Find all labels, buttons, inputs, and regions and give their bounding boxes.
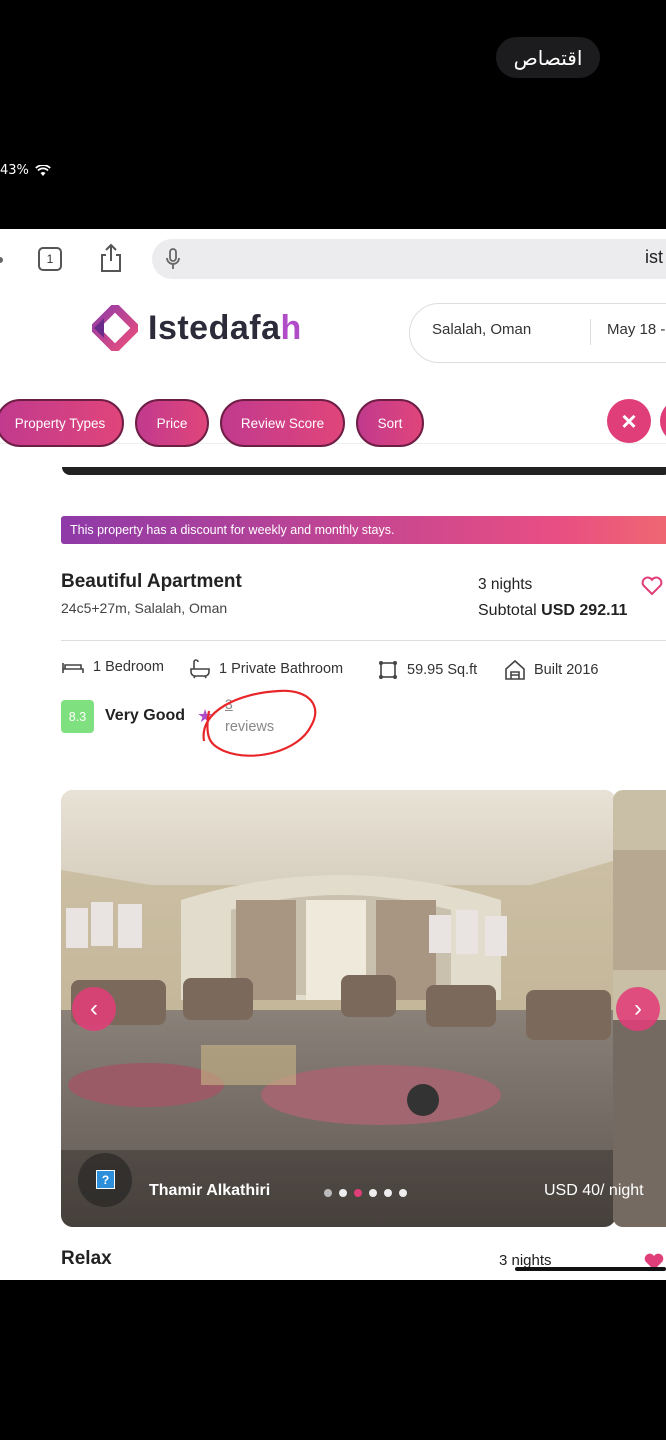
amenity-area-label: 59.95 Sq.ft [407, 662, 478, 678]
share-icon[interactable] [98, 243, 124, 273]
subtotal-label: Subtotal [478, 602, 537, 619]
microphone-icon[interactable] [163, 247, 183, 271]
filter-review-score[interactable]: Review Score [220, 399, 345, 447]
logo-text-main: Istedafa [148, 309, 281, 347]
clear-filters-button[interactable]: × [607, 399, 651, 443]
carousel-next-button[interactable]: › [616, 987, 660, 1031]
carousel-dot-active[interactable] [354, 1189, 362, 1197]
logo-text-accent: h [280, 309, 302, 347]
amenity-bedroom: 1 Bedroom [61, 659, 164, 675]
wifi-icon [35, 164, 51, 176]
carousel-prev-button[interactable]: ‹ [72, 987, 116, 1031]
filter-sort[interactable]: Sort [356, 399, 424, 447]
carousel-dots [324, 1189, 407, 1197]
browser-toolbar: 1 ist [0, 229, 666, 292]
listing-nights: 3 nights [478, 576, 533, 593]
filter-property-types[interactable]: Property Types [0, 399, 124, 447]
address-bar[interactable] [152, 239, 666, 279]
carousel-dot[interactable] [399, 1189, 407, 1197]
amenity-area: 59.95 Sq.ft [377, 659, 477, 681]
amenity-bathroom-label: 1 Private Bathroom [219, 661, 344, 677]
discount-banner: This property has a discount for weekly … [61, 516, 666, 544]
favorite-heart-icon[interactable] [641, 576, 663, 596]
bathtub-icon [190, 659, 210, 679]
url-text[interactable]: ist [645, 247, 663, 268]
listing-photo-carousel[interactable]: ‹ [61, 790, 616, 1227]
living-room-photo [61, 790, 616, 1227]
next-photo-peek: › [613, 790, 666, 1227]
next-listing-title[interactable]: Relax [61, 1248, 112, 1270]
listing-divider [61, 640, 666, 641]
logo-text[interactable]: Istedafah [148, 309, 302, 348]
unknown-image-icon: ? [96, 1170, 115, 1189]
carousel-dot[interactable] [384, 1189, 392, 1197]
previous-card-edge [62, 467, 666, 475]
search-divider [590, 319, 591, 345]
home-indicator [515, 1267, 666, 1271]
host-name[interactable]: Thamir Alkathiri [149, 1182, 270, 1200]
bed-icon [62, 663, 84, 673]
logo-icon[interactable] [92, 305, 138, 351]
review-score-label: Very Good [105, 707, 186, 724]
amenity-built: Built 2016 [504, 659, 599, 681]
browser-screen: 1 ist Istedafah Salalah, Oman May 18 - P… [0, 229, 666, 1280]
site-header: Istedafah Salalah, Oman May 18 - [0, 291, 666, 373]
listing-title[interactable]: Beautiful Apartment [61, 571, 242, 593]
carousel-dot[interactable] [369, 1189, 377, 1197]
search-location[interactable]: Salalah, Oman [432, 321, 531, 338]
amenity-bathroom: 1 Private Bathroom [189, 659, 343, 679]
tabs-button[interactable]: 1 [38, 247, 62, 271]
battery-level: 43% [0, 163, 29, 178]
filter-price[interactable]: Price [135, 399, 209, 447]
search-dates[interactable]: May 18 - [607, 321, 665, 338]
amenity-built-label: Built 2016 [534, 662, 599, 678]
amenity-bedroom-label: 1 Bedroom [93, 659, 164, 675]
crop-button[interactable]: اقتصاص [496, 37, 600, 78]
carousel-dot[interactable] [339, 1189, 347, 1197]
review-score-badge: 8.3 [61, 700, 94, 733]
red-annotation-circle [202, 689, 317, 757]
subtotal-value: USD 292.11 [541, 602, 628, 619]
carousel-dot[interactable] [324, 1189, 332, 1197]
close-icon: × [621, 405, 637, 436]
listing-address: 24c5+27m, Salalah, Oman [61, 600, 228, 616]
status-bar: 43% [0, 163, 51, 178]
more-dot-icon[interactable] [0, 257, 3, 263]
price-per-night: USD 40/ night [544, 1182, 644, 1199]
extra-filter-button[interactable] [660, 399, 666, 443]
listing-subtotal: Subtotal USD 292.11 [478, 602, 627, 620]
area-icon [379, 661, 397, 679]
filter-bar: Property Types Price Review Score Sort × [0, 373, 666, 447]
house-icon [505, 659, 525, 680]
